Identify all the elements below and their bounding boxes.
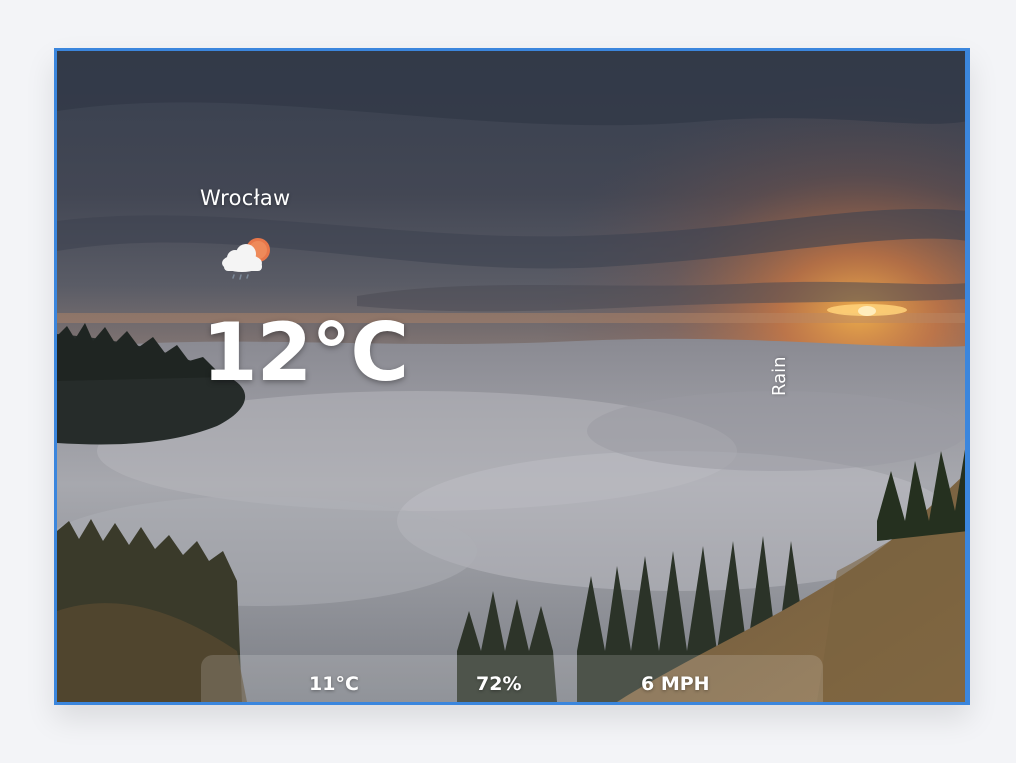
city-name: Wrocław xyxy=(200,186,291,210)
page: Wrocław 12°C Rain 11°C 72% 6 MPH xyxy=(0,0,1016,763)
stats-bar: 11°C 72% 6 MPH xyxy=(201,655,823,702)
humidity-value: 72% xyxy=(476,673,522,695)
feels-like-value: 11°C xyxy=(309,673,359,695)
weather-card: Wrocław 12°C Rain 11°C 72% 6 MPH xyxy=(54,48,970,705)
current-temperature: 12°C xyxy=(202,306,409,399)
rain-cloud-sun-icon xyxy=(222,238,270,280)
weather-condition: Rain xyxy=(769,356,790,396)
weather-overlay: Wrocław 12°C Rain 11°C 72% 6 MPH xyxy=(57,51,965,702)
wind-speed-value: 6 MPH xyxy=(641,673,710,695)
